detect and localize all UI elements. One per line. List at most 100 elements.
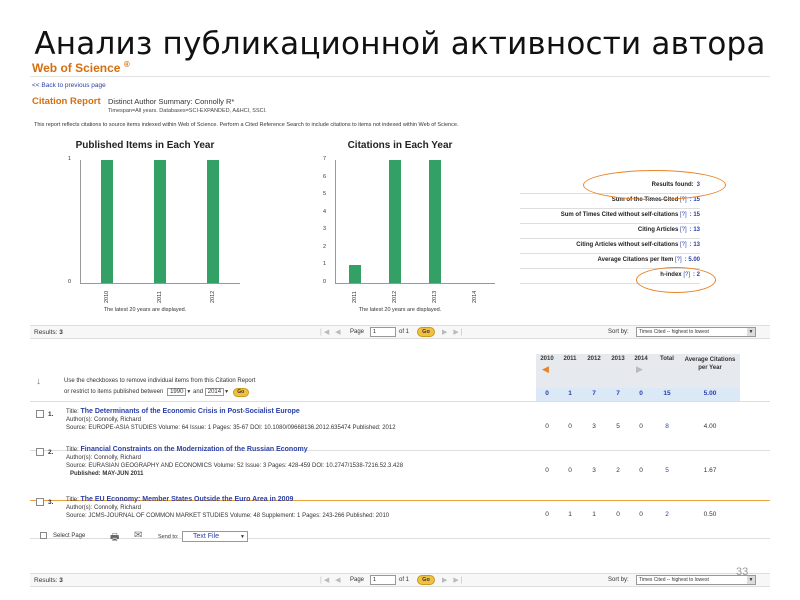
citation-count: 0 — [639, 467, 643, 474]
results-count: Results: 3 — [34, 329, 63, 336]
pager-bottom: Results: 3 |◀ ◀ Page 1 of 1 Go ▶ ▶| Sort… — [30, 573, 770, 587]
help-link[interactable]: [?] — [675, 257, 682, 263]
highlight-ring-hindex — [636, 267, 716, 293]
stat-divider — [520, 238, 700, 239]
citation-count: 0 — [545, 467, 549, 474]
record-item: 3. Title: The EU Economy: Member States O… — [36, 496, 531, 534]
total-header: Total — [660, 356, 674, 362]
totals-row: 0 1 7 7 0 15 5.00 — [30, 390, 770, 400]
record-body: Title: The EU Economy: Member States Out… — [66, 496, 389, 520]
record-total-link[interactable]: 8 — [654, 423, 680, 430]
send-to-select[interactable]: Text File ▼ — [182, 531, 248, 542]
year-header: 2014 — [634, 356, 648, 362]
header-divider — [30, 76, 770, 77]
prev-year-arrow-icon[interactable]: ◀ — [542, 364, 549, 375]
page-of-label: of 1 — [399, 577, 410, 583]
next-last-arrows[interactable]: ▶ ▶| — [442, 576, 465, 584]
report-title: Citation Report — [32, 96, 101, 107]
next-year-arrow-icon[interactable]: ▶ — [636, 364, 643, 375]
stat-divider — [520, 253, 700, 254]
citation-count: 5 — [616, 423, 620, 430]
highlight-ring-results — [583, 170, 726, 200]
bar-2012 — [389, 160, 401, 283]
pager-top: Results: 3 |◀ ◀ Page 1 of 1 Go ▶ ▶| Sort… — [30, 325, 770, 339]
citation-count: 0 — [616, 511, 620, 518]
record-title-link[interactable]: The EU Economy: Member States Outside th… — [80, 496, 293, 503]
record-total-link[interactable]: 5 — [654, 467, 680, 474]
average-header: Average Citations per Year — [684, 357, 736, 371]
citation-count: 0 — [545, 423, 549, 430]
report-subtitle: Distinct Author Summary: Connolly R* — [108, 97, 235, 106]
stat-row: Average Citations per Item [?]: 5.00 — [598, 257, 701, 263]
year-header: 2012 — [587, 356, 601, 362]
wos-logo[interactable]: Web of Science ® — [32, 60, 130, 75]
select-page[interactable]: Select Page — [40, 532, 85, 539]
record-average: 1.67 — [703, 467, 717, 474]
total-cell: 1 — [568, 390, 572, 397]
page-label: Page — [350, 329, 365, 335]
first-prev-arrows[interactable]: |◀ ◀ — [320, 576, 343, 584]
x-tick-label: 2010 — [103, 290, 110, 303]
citation-count: 0 — [639, 423, 643, 430]
sort-select[interactable]: Times Cited -- highest to lowest ▼ — [636, 327, 756, 337]
x-tick-label: 2013 — [432, 290, 438, 303]
citation-count: 1 — [568, 511, 572, 518]
page-label: Page — [350, 577, 365, 583]
record-total-link[interactable]: 2 — [654, 511, 680, 518]
y-tick-label: 0 — [68, 279, 72, 285]
first-prev-arrows[interactable]: |◀ ◀ — [320, 328, 343, 336]
citation-count: 0 — [568, 467, 572, 474]
record-title-link[interactable]: The Determinants of the Economic Crisis … — [80, 408, 299, 415]
page-of-label: of 1 — [399, 329, 410, 335]
stat-divider — [520, 208, 700, 209]
report-note: This report reflects citations to source… — [34, 122, 459, 128]
total-cell: 0 — [639, 390, 643, 397]
record-source: Source: JCMS-JOURNAL OF COMMON MARKET ST… — [66, 513, 390, 519]
help-link[interactable]: [?] — [680, 227, 687, 233]
stat-value: : 13 — [689, 227, 700, 233]
stat-value: : 5.00 — [684, 257, 700, 263]
stat-value: : 15 — [689, 212, 700, 218]
x-tick-label: 2011 — [352, 291, 358, 303]
citations-chart: Citations in Each Year 0 1 2 3 4 5 6 7 2011 2012 2… — [295, 140, 505, 315]
y-axis — [335, 160, 336, 283]
print-icon[interactable]: 🖶 — [110, 530, 119, 547]
chart-plot-area: 0 1 2010 2011 2012 — [68, 156, 240, 303]
record-title-link[interactable]: Financial Constraints on the Modernizati… — [80, 446, 307, 453]
back-link[interactable]: << Back to previous page — [32, 82, 106, 89]
citation-count: 2 — [616, 467, 620, 474]
record-number: 3. — [48, 499, 54, 506]
record-checkbox[interactable] — [36, 410, 44, 418]
record-average: 0.50 — [703, 511, 717, 518]
record-body: Title: Financial Constraints on the Mode… — [66, 446, 403, 478]
sort-label: Sort by: — [608, 577, 629, 583]
stat-label: Citing Articles without self-citations — [576, 242, 679, 248]
y-tick-label: 0 — [323, 279, 327, 285]
total-cell: 15 — [663, 390, 671, 397]
citation-count: 0 — [639, 511, 643, 518]
help-link[interactable]: [?] — [680, 242, 687, 248]
citation-count: 3 — [592, 423, 596, 430]
next-last-arrows[interactable]: ▶ ▶| — [442, 328, 465, 336]
email-icon[interactable]: ✉ — [134, 530, 142, 541]
slide-page-number: 33 — [736, 566, 749, 578]
year-header: 2013 — [611, 356, 625, 362]
page-input[interactable]: 1 — [370, 327, 396, 337]
help-link[interactable]: [?] — [680, 212, 687, 218]
stat-row: Sum of Times Cited without self-citation… — [561, 212, 700, 218]
stat-label: Average Citations per Item — [597, 257, 674, 263]
stat-row: Citing Articles [?]: 13 — [638, 227, 700, 233]
record-checkbox[interactable] — [36, 498, 44, 506]
record-number: 1. — [48, 411, 54, 418]
title-label: Title: — [66, 409, 79, 415]
total-cell: 0 — [545, 390, 549, 397]
record-checkbox[interactable] — [36, 448, 44, 456]
bar-2013 — [429, 160, 441, 283]
go-button[interactable]: Go — [417, 327, 435, 337]
go-button[interactable]: Go — [417, 575, 435, 585]
record-body: Title: The Determinants of the Economic … — [66, 408, 396, 432]
y-tick-label: 1 — [68, 156, 72, 162]
x-tick-label: 2011 — [157, 291, 163, 303]
total-cell: 5.00 — [703, 390, 717, 397]
page-input[interactable]: 1 — [370, 575, 396, 585]
